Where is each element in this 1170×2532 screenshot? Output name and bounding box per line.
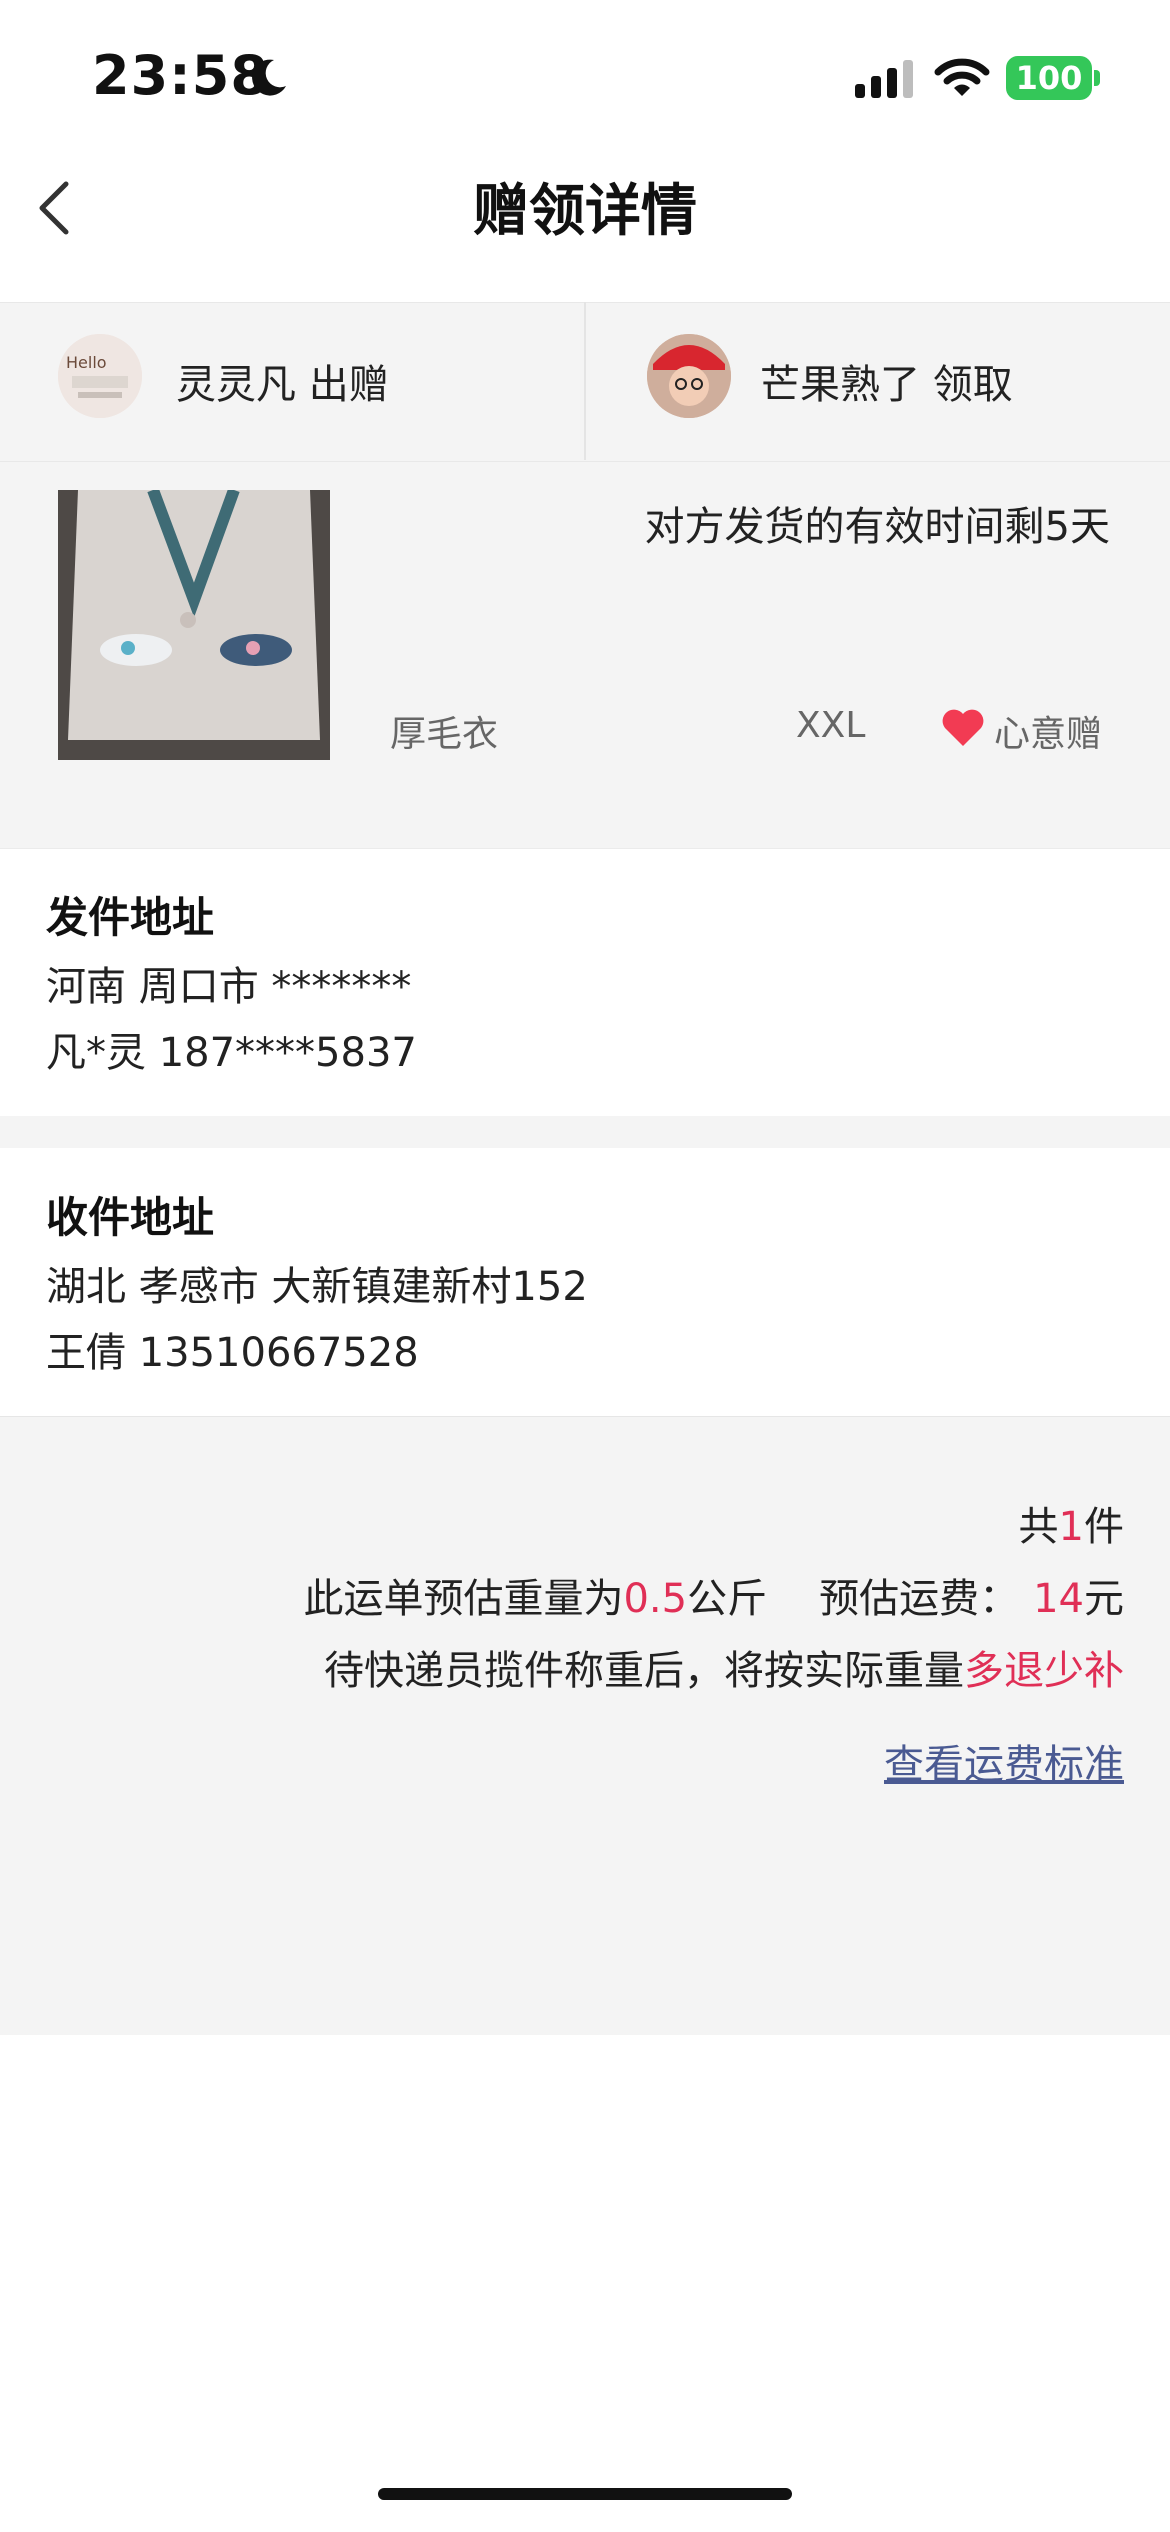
wifi-icon bbox=[934, 58, 990, 96]
receiver-contact: 王倩 13510667528 bbox=[46, 1330, 419, 1376]
sender-address: 河南 周口市 ******* bbox=[46, 964, 412, 1010]
heart-icon bbox=[942, 709, 984, 746]
weight-value: 0.5 bbox=[623, 1576, 688, 1622]
sender-contact: 凡*灵 187****5837 bbox=[46, 1030, 417, 1076]
item-count-value: 1 bbox=[1058, 1504, 1084, 1550]
battery-indicator: 100 bbox=[1006, 56, 1092, 100]
fee-unit: 元 bbox=[1084, 1576, 1124, 1622]
product-image[interactable] bbox=[58, 490, 330, 760]
receiver-avatar[interactable] bbox=[647, 334, 731, 418]
gift-type-tag: 心意赠 bbox=[994, 714, 1103, 755]
signal-icon bbox=[855, 60, 913, 98]
giver-name: 灵灵凡 出赠 bbox=[176, 362, 389, 408]
fee-prefix: 预估运费： bbox=[819, 1576, 1020, 1622]
weight-unit: 公斤 bbox=[687, 1576, 768, 1622]
weight-prefix: 此运单预估重量为 bbox=[303, 1576, 624, 1622]
svg-text:Hello: Hello bbox=[66, 353, 107, 372]
fee-value: 14 bbox=[1033, 1576, 1084, 1622]
page-title: 赠领详情 bbox=[473, 179, 697, 244]
users-divider bbox=[584, 302, 586, 460]
weighing-note: 待快递员揽件称重后，将按实际重量多退少补 bbox=[324, 1638, 1124, 1696]
section-gap bbox=[0, 1116, 1170, 1148]
product-size: XXL bbox=[796, 705, 866, 746]
product-name: 厚毛衣 bbox=[390, 714, 499, 755]
receiver-address-title: 收件地址 bbox=[46, 1193, 215, 1242]
receiver-name: 芒果熟了 领取 bbox=[760, 362, 1013, 408]
giver-avatar[interactable]: Hello bbox=[58, 334, 142, 418]
receiver-address: 湖北 孝感市 大新镇建新村152 bbox=[46, 1264, 588, 1310]
shipping-fee-standard-link[interactable]: 查看运费标准 bbox=[884, 1732, 1124, 1790]
item-count-prefix: 共 bbox=[1018, 1504, 1059, 1550]
note-highlight: 多退少补 bbox=[964, 1648, 1124, 1694]
battery-nub bbox=[1094, 70, 1100, 86]
moon-icon bbox=[252, 59, 286, 96]
sender-address-title: 发件地址 bbox=[46, 893, 215, 942]
weight-fee-line: 此运单预估重量为0.5公斤 预估运费： 14元 bbox=[303, 1566, 1124, 1624]
shipping-summary bbox=[0, 1416, 1170, 2035]
remaining-time-text: 对方发货的有效时间剩5天 bbox=[644, 504, 1110, 550]
item-count-suffix: 件 bbox=[1084, 1504, 1124, 1550]
item-count: 共1件 bbox=[1019, 1494, 1124, 1552]
status-time: 23:58 bbox=[92, 44, 269, 107]
note-prefix: 待快递员揽件称重后，将按实际重量 bbox=[324, 1648, 964, 1694]
home-indicator bbox=[378, 2488, 792, 2500]
